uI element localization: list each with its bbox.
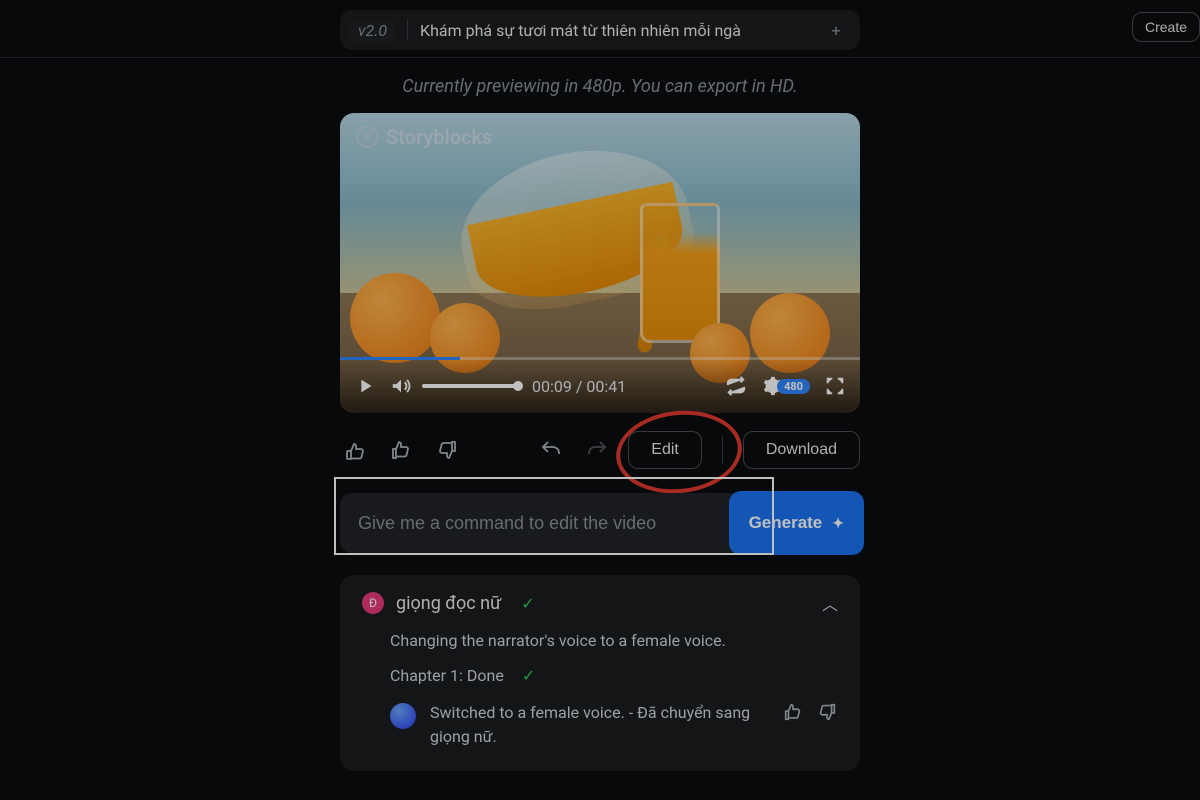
- command-input[interactable]: [340, 493, 729, 553]
- redo-icon[interactable]: [582, 435, 612, 465]
- user-avatar: Đ: [362, 592, 384, 614]
- bot-message: Switched to a female voice. - Đã chuyển …: [430, 701, 768, 749]
- undo-icon[interactable]: [536, 435, 566, 465]
- clap-icon[interactable]: [340, 435, 370, 465]
- project-title[interactable]: Khám phá sự tươi mát từ thiên nhiên mỗi …: [420, 21, 741, 40]
- quality-badge[interactable]: 480: [777, 379, 810, 394]
- history-card-header[interactable]: Đ giọng đọc nữ ✓ ︿: [362, 591, 838, 615]
- chevron-up-icon[interactable]: ︿: [822, 591, 838, 615]
- video-player[interactable]: S Storyblocks 00:09 /: [340, 113, 860, 413]
- main-column: Currently previewing in 480p. You can ex…: [0, 58, 1200, 771]
- chapter-label: Chapter 1: Done: [390, 666, 504, 685]
- title-separator: [407, 19, 408, 41]
- history-card: Đ giọng đọc nữ ✓ ︿ Changing the narrator…: [340, 575, 860, 771]
- command-section: Generate ✦: [340, 493, 860, 553]
- thumbs-down-icon[interactable]: [432, 435, 462, 465]
- time-separator: /: [572, 377, 587, 396]
- total-time: 00:41: [586, 377, 626, 396]
- chapter-status-row: Chapter 1: Done ✓: [390, 666, 838, 685]
- history-title: giọng đọc nữ: [396, 593, 501, 614]
- time-display: 00:09 / 00:41: [532, 377, 626, 396]
- check-icon: ✓: [521, 594, 534, 613]
- fullscreen-icon[interactable]: [824, 375, 846, 397]
- volume-slider[interactable]: [422, 384, 518, 388]
- add-project-button[interactable]: +: [822, 16, 850, 44]
- check-icon: ✓: [522, 666, 535, 685]
- command-bar: Generate ✦: [340, 493, 860, 553]
- loop-icon[interactable]: [725, 375, 747, 397]
- volume-control[interactable]: [390, 375, 518, 397]
- edit-button[interactable]: Edit: [628, 431, 702, 469]
- history-description: Changing the narrator's voice to a femal…: [390, 631, 838, 650]
- generate-button[interactable]: Generate ✦: [729, 491, 864, 555]
- current-time: 00:09: [532, 377, 572, 396]
- thumbs-up-icon[interactable]: [386, 435, 416, 465]
- action-row: Edit Download: [340, 431, 860, 469]
- progress-bar[interactable]: [340, 357, 860, 360]
- title-capsule: v2.0 Khám phá sự tươi mát từ thiên nhiên…: [340, 10, 860, 50]
- download-button[interactable]: Download: [743, 431, 860, 469]
- progress-filled: [340, 357, 460, 360]
- create-button[interactable]: Create: [1132, 12, 1200, 42]
- version-chip: v2.0: [350, 19, 395, 42]
- player-controls: 00:09 / 00:41 480: [340, 359, 860, 413]
- history-card-body: Changing the narrator's voice to a femal…: [390, 631, 838, 749]
- play-icon[interactable]: [354, 375, 376, 397]
- message-thumbs-up-icon[interactable]: [782, 701, 804, 727]
- bot-message-row: Switched to a female voice. - Đã chuyển …: [390, 701, 838, 749]
- bot-avatar-icon: [390, 703, 416, 729]
- volume-icon[interactable]: [390, 375, 412, 397]
- preview-quality-note: Currently previewing in 480p. You can ex…: [402, 76, 797, 97]
- message-thumbs-down-icon[interactable]: [816, 701, 838, 727]
- top-bar: v2.0 Khám phá sự tươi mát từ thiên nhiên…: [0, 0, 1200, 58]
- action-divider: [722, 436, 723, 464]
- sparkle-icon: ✦: [832, 515, 844, 532]
- generate-label: Generate: [749, 513, 823, 533]
